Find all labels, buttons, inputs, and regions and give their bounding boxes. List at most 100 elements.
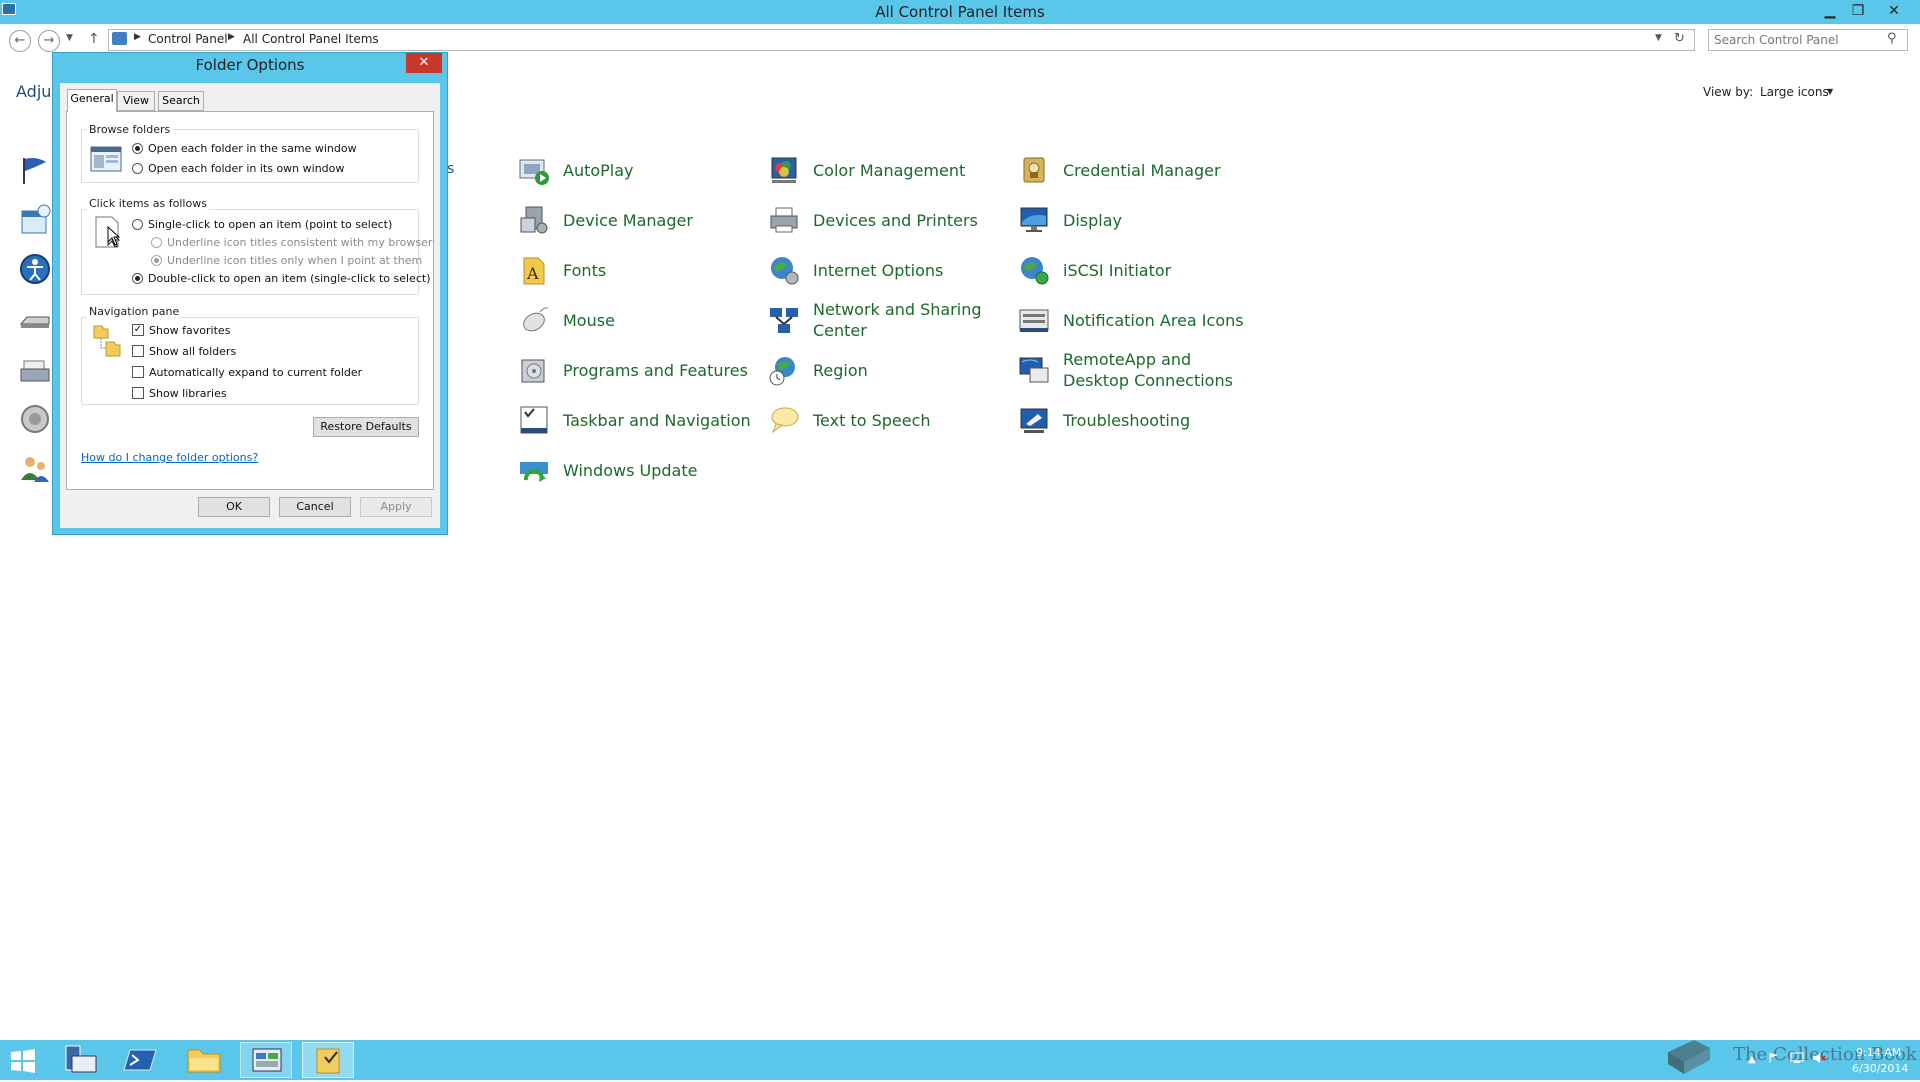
address-dropdown-chevron-icon[interactable]: ▼ [1655,33,1662,43]
programs-features-icon [518,354,550,386]
mouse-icon [518,304,550,336]
show-favorites-checkbox[interactable]: ✓ Show favorites [132,322,230,338]
clock-date[interactable]: 6/30/2014 [1852,1062,1908,1075]
cp-item-region[interactable]: Region [768,350,868,390]
checkmark-icon[interactable]: ✓ [132,324,144,336]
cp-item-devices-printers[interactable]: Devices and Printers [768,200,978,240]
start-windows-icon[interactable] [10,1049,36,1073]
open-own-window-option[interactable]: Open each folder in its own window [132,160,344,176]
checkbox-icon[interactable] [132,345,144,357]
folder-options-taskbar-icon[interactable] [302,1042,354,1078]
option-label: Underline icon titles consistent with my… [167,235,433,249]
control-panel-icon [112,32,127,45]
network-tray-icon[interactable] [1790,1052,1804,1064]
cp-item-credential-manager[interactable]: Credential Manager [1018,150,1221,190]
fonts-icon: A [518,254,550,286]
cp-item-internet-options[interactable]: Internet Options [768,250,943,290]
cp-item-iscsi-initiator[interactable]: iSCSI Initiator [1018,250,1171,290]
cp-item-notification-area[interactable]: Notification Area Icons [1018,300,1244,340]
dialog-close-button[interactable]: ✕ [406,53,442,73]
flag-tray-icon[interactable] [1768,1052,1780,1064]
radio-icon[interactable] [132,162,143,174]
up-button[interactable]: ↑ [88,31,100,47]
tab-search[interactable]: Search [158,91,204,111]
navigation-pane-icon [92,324,122,360]
auto-expand-checkbox[interactable]: Automatically expand to current folder [132,364,362,380]
help-link[interactable]: How do I change folder options? [81,451,258,464]
server-manager-icon[interactable] [56,1042,108,1078]
breadcrumb-control-panel[interactable]: Control Panel [148,32,228,46]
powershell-icon[interactable] [116,1042,168,1078]
search-icon[interactable]: ⚲ [1887,31,1897,46]
tab-view[interactable]: View [117,91,155,111]
cp-item-device-manager[interactable]: Device Manager [518,200,693,240]
cp-item-label: Credential Manager [1063,160,1221,180]
double-click-option[interactable]: Double-click to open an item (single-cli… [132,270,430,286]
show-libraries-checkbox[interactable]: Show libraries [132,385,227,401]
checkbox-icon[interactable] [132,366,144,378]
taskbar-navigation-icon [518,404,550,436]
tab-general[interactable]: General [67,89,117,112]
cp-item-label: Windows Update [563,460,698,480]
cp-item-text-to-speech[interactable]: Text to Speech [768,400,931,440]
clock-time[interactable]: 9:14 AM [1856,1046,1901,1059]
cp-item-fonts[interactable]: A Fonts [518,250,606,290]
browse-folders-title: Browse folders [87,123,173,136]
cp-item-remoteapp[interactable]: RemoteApp and Desktop Connections [1018,350,1253,390]
cp-item-label: Internet Options [813,260,944,280]
cp-item-label: Fonts [563,260,607,280]
restore-button[interactable]: ❐ [1844,0,1872,22]
cp-item-windows-update[interactable]: Windows Update [518,450,697,490]
cp-item-programs-features[interactable]: Programs and Features [518,350,748,390]
radio-icon[interactable] [132,142,143,154]
speaker-icon[interactable] [18,402,52,436]
forward-button[interactable]: → [38,30,60,52]
device-manager-icon [518,204,550,236]
radio-icon[interactable] [132,272,143,284]
iscsi-initiator-icon [1018,254,1050,286]
fax-icon[interactable] [18,353,52,387]
volume-muted-tray-icon[interactable] [1812,1052,1826,1064]
cp-item-label: Region [813,360,868,380]
troubleshooting-icon [1018,404,1050,436]
breadcrumb-separator-icon: ▶ [228,32,235,42]
calendar-icon[interactable] [18,203,52,237]
radio-icon[interactable] [132,218,143,230]
cp-item-troubleshooting[interactable]: Troubleshooting [1018,400,1190,440]
radio-icon [151,254,162,266]
user-accounts-icon[interactable] [18,452,52,486]
mouse-cursor-icon [107,225,121,246]
minimize-button[interactable]: ▁ [1816,0,1844,22]
cp-item-autoplay[interactable]: AutoPlay [518,150,634,190]
cp-item-taskbar-navigation[interactable]: Taskbar and Navigation [518,400,751,440]
show-hidden-icons-chevron[interactable]: ▲ [1748,1054,1756,1065]
single-click-option[interactable]: Single-click to open an item (point to s… [132,216,392,232]
control-panel-taskbar-icon[interactable] [240,1042,292,1078]
cp-item-color-management[interactable]: Color Management [768,150,965,190]
drive-icon[interactable] [18,304,52,338]
show-all-folders-checkbox[interactable]: Show all folders [132,343,236,359]
option-label: Automatically expand to current folder [149,365,363,379]
cp-item-mouse[interactable]: Mouse [518,300,615,340]
file-explorer-icon[interactable] [178,1042,230,1078]
svg-text:A: A [526,264,539,283]
window-title: All Control Panel Items [875,3,1045,21]
refresh-icon[interactable]: ↻ [1674,31,1685,46]
breadcrumb-all-items[interactable]: All Control Panel Items [243,32,379,46]
checkbox-icon[interactable] [132,387,144,399]
accessibility-icon[interactable] [18,252,52,286]
action-center-icon[interactable] [18,154,52,188]
close-window-button[interactable]: ✕ [1880,0,1908,22]
cp-item-display[interactable]: Display [1018,200,1122,240]
restore-defaults-button[interactable]: Restore Defaults [313,417,419,437]
back-button[interactable]: ← [9,30,31,52]
view-by-chevron-icon[interactable]: ▼ [1827,87,1833,96]
view-by-dropdown[interactable]: Large icons [1760,85,1829,99]
cp-item-network-sharing[interactable]: Network and Sharing Center [768,300,983,340]
display-icon [1018,204,1050,236]
cancel-button[interactable]: Cancel [279,497,351,517]
open-same-window-option[interactable]: Open each folder in the same window [132,140,357,156]
recent-locations-chevron-icon[interactable]: ▼ [66,33,73,43]
ok-button[interactable]: OK [198,497,270,517]
apply-button[interactable]: Apply [360,497,432,517]
